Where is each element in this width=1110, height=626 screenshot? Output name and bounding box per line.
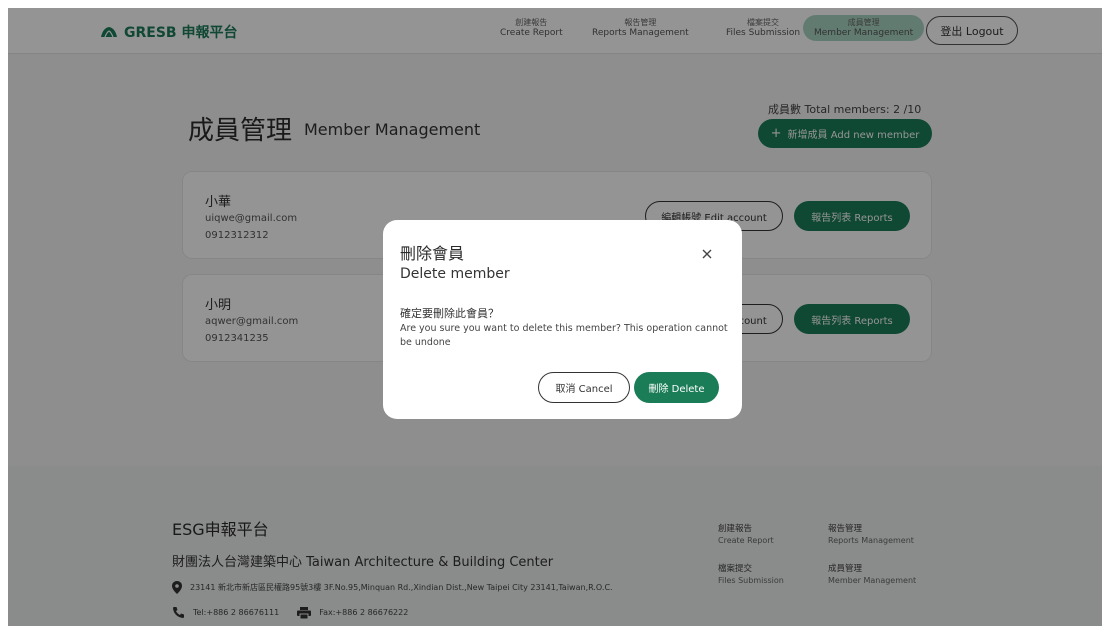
modal-title-en: Delete member bbox=[400, 266, 510, 282]
cancel-button[interactable]: 取消 Cancel bbox=[538, 372, 630, 403]
delete-button[interactable]: 刪除 Delete bbox=[634, 372, 719, 403]
close-icon bbox=[702, 249, 712, 259]
modal-description: Are you sure you want to delete this mem… bbox=[400, 323, 728, 348]
modal-question: 確定要刪除此會員？ bbox=[400, 307, 499, 320]
delete-member-modal: 刪除會員 Delete member 確定要刪除此會員？ Are you sur… bbox=[383, 220, 742, 419]
modal-title-zh: 刪除會員 bbox=[400, 244, 465, 263]
close-button[interactable] bbox=[697, 244, 717, 264]
page: GRESB 申報平台 創建報告 Create Report 報告管理 Repor… bbox=[8, 8, 1102, 626]
